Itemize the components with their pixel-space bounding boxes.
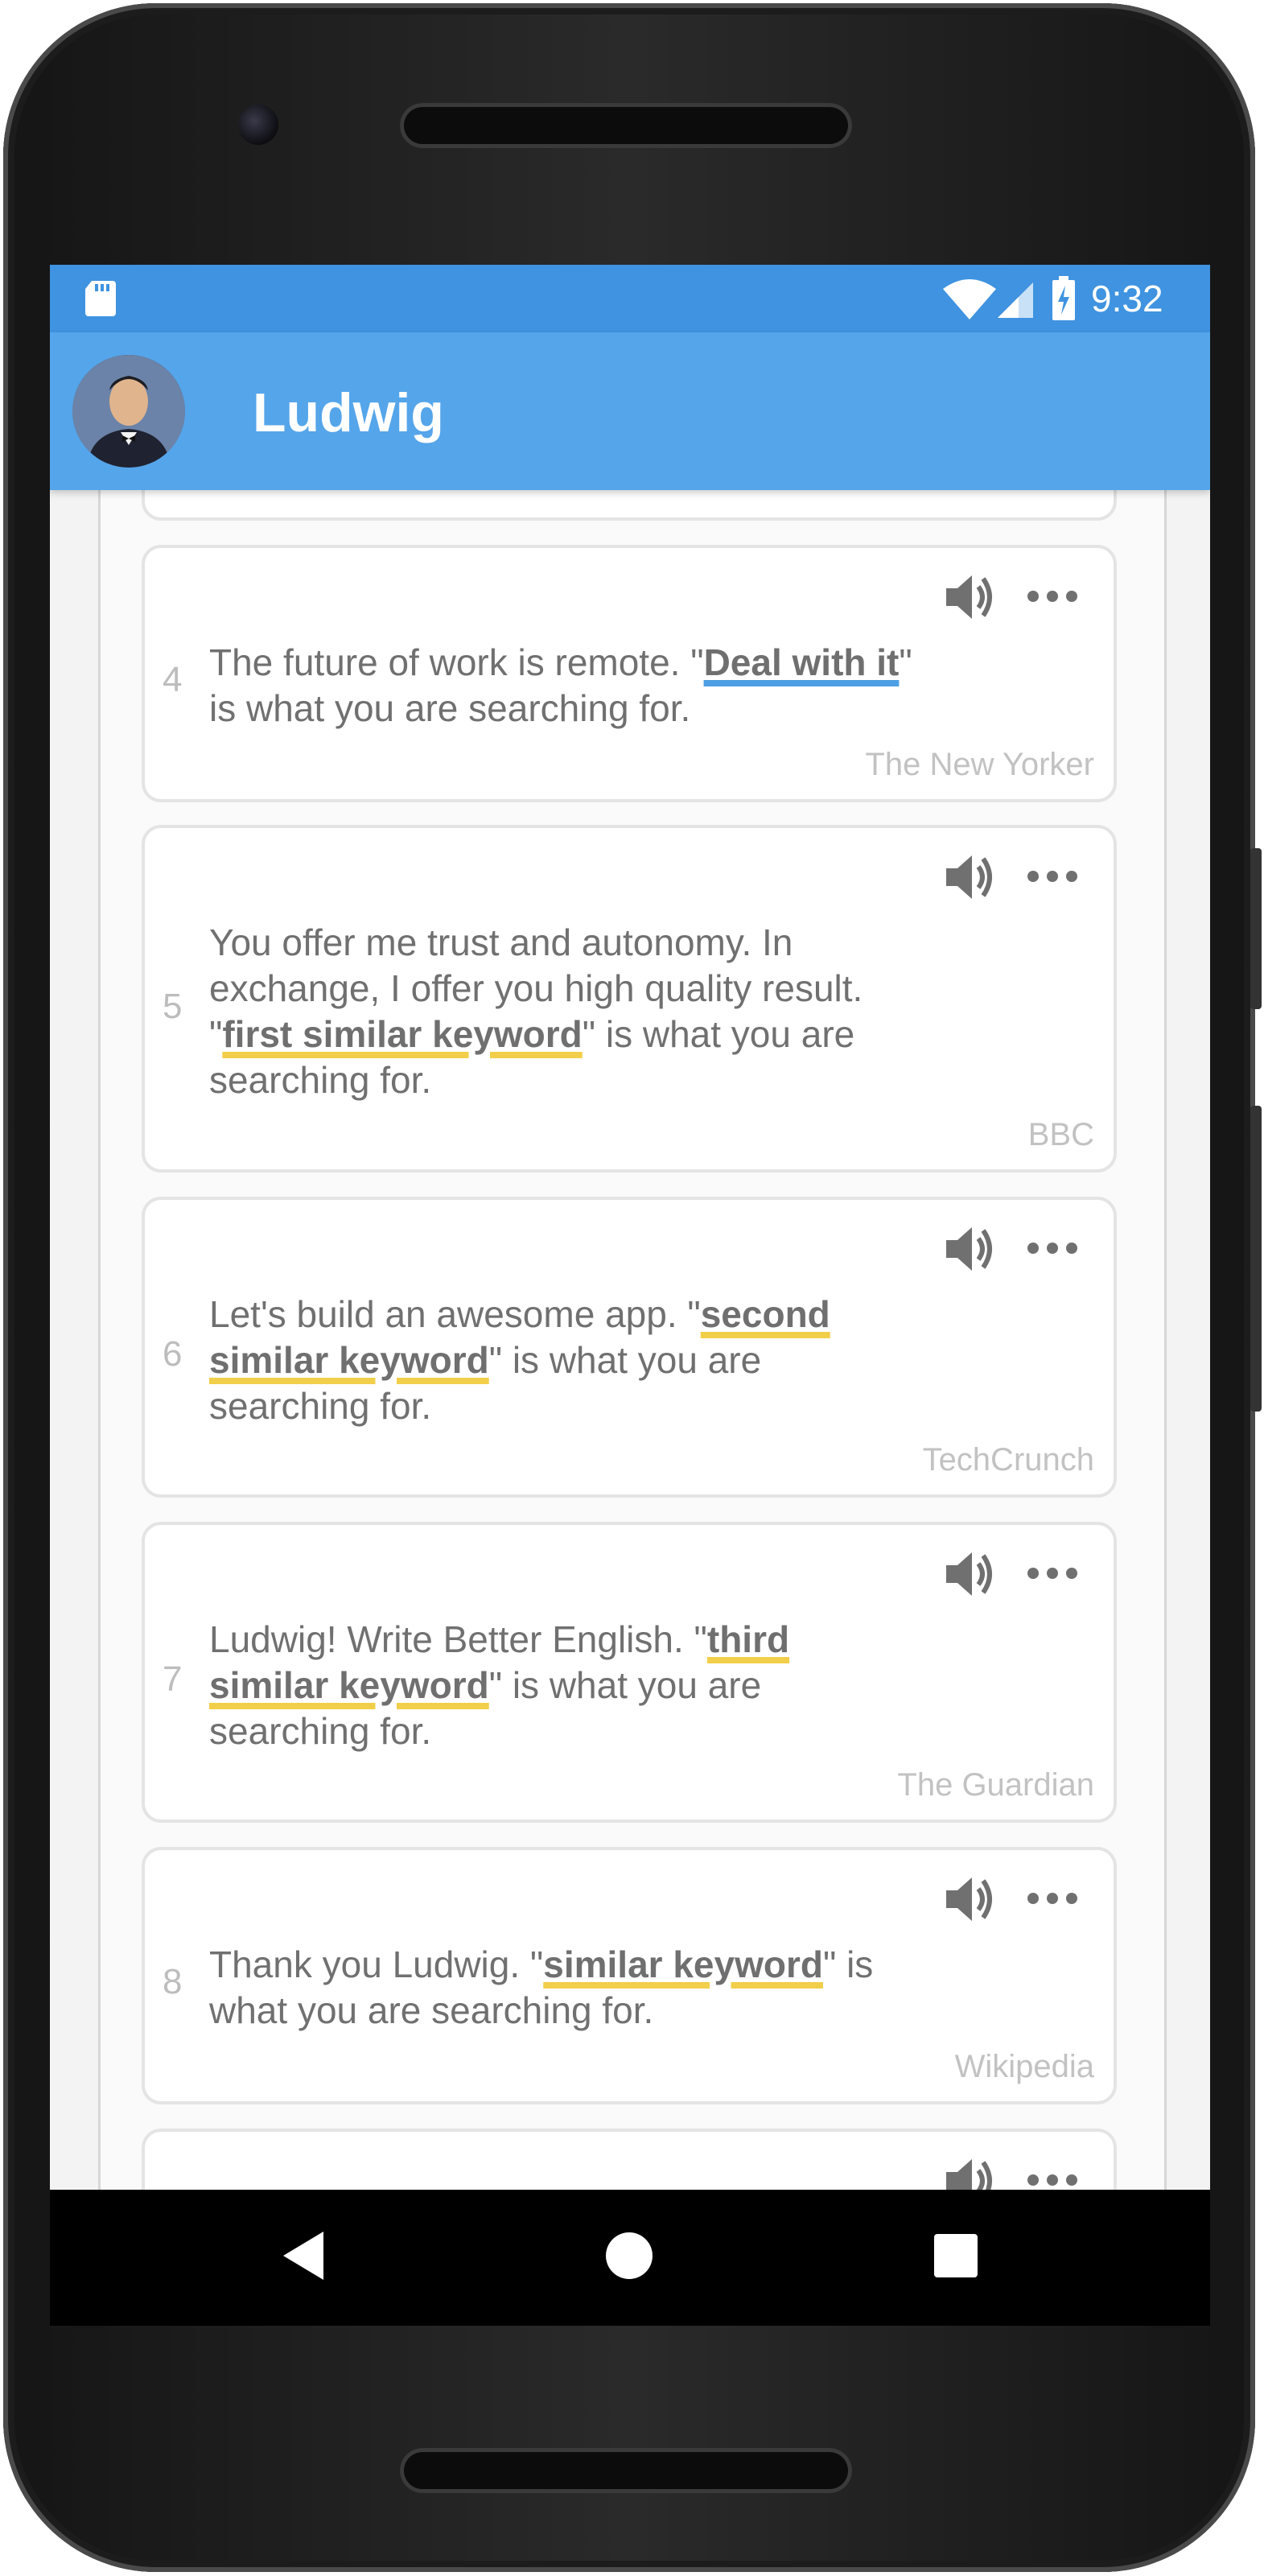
result-source: The New Yorker [865, 747, 1094, 782]
volume-icon[interactable] [941, 1546, 998, 1602]
more-icon[interactable] [1027, 1565, 1078, 1581]
volume-icon[interactable] [941, 569, 998, 625]
more-icon[interactable] [1027, 1240, 1078, 1256]
volume-icon[interactable] [941, 1871, 998, 1927]
result-source: TechCrunch [922, 1442, 1094, 1478]
app-bar: Ludwig [50, 332, 1210, 490]
screen: 9:32 Ludwig 4 The future of work is remo… [50, 265, 1210, 2326]
volume-icon[interactable] [941, 849, 998, 905]
result-card[interactable]: 7 Ludwig! Write Better English. "third s… [142, 1522, 1117, 1823]
battery-charging-icon [1052, 276, 1075, 320]
status-bar: 9:32 [50, 265, 1210, 332]
result-card[interactable]: 6 Let's build an awesome app. "second si… [142, 1197, 1117, 1498]
home-icon[interactable] [605, 2232, 653, 2280]
result-source: Wikipedia [954, 2049, 1094, 2084]
keyword-highlight[interactable]: first similar keyword [222, 1013, 582, 1055]
sentence-text: Let's build an awesome app. " [209, 1293, 701, 1335]
result-card[interactable]: 4 The future of work is remote. "Deal wi… [142, 545, 1117, 802]
result-sentence: Let's build an awesome app. "second simi… [209, 1292, 917, 1429]
result-number: 5 [163, 987, 183, 1026]
sentence-text: Thank you Ludwig. " [209, 1943, 544, 1985]
avatar-portrait-icon [72, 355, 185, 468]
app-title: Ludwig [253, 382, 444, 443]
result-card[interactable]: 5 You offer me trust and autonomy. In ex… [142, 825, 1117, 1173]
more-icon[interactable] [1027, 2172, 1078, 2188]
result-card-partial-bottom[interactable] [142, 2129, 1117, 2190]
result-card-partial-top[interactable] [142, 490, 1117, 521]
result-sentence: Ludwig! Write Better English. "third sim… [209, 1617, 917, 1754]
bottom-speaker [400, 2448, 852, 2493]
more-icon[interactable] [1027, 868, 1078, 884]
more-icon[interactable] [1027, 1890, 1078, 1906]
sd-card-icon [85, 281, 116, 316]
result-sentence: The future of work is remote. "Deal with… [209, 640, 917, 732]
back-icon[interactable] [280, 2230, 328, 2281]
sentence-text: Ludwig! Write Better English. " [209, 1618, 707, 1660]
more-icon[interactable] [1027, 588, 1078, 604]
result-number: 8 [163, 1962, 183, 2001]
keyword-highlight[interactable]: similar keyword [543, 1943, 823, 1985]
result-source: BBC [1027, 1117, 1094, 1152]
navigation-bar [50, 2190, 1210, 2326]
results-list[interactable]: 4 The future of work is remote. "Deal wi… [50, 490, 1210, 2190]
result-number: 7 [163, 1659, 183, 1699]
status-time: 9:32 [1091, 278, 1163, 319]
power-button [1250, 1106, 1262, 1412]
recents-icon[interactable] [933, 2233, 978, 2278]
result-card[interactable]: 8 Thank you Ludwig. "similar keyword" is… [142, 1847, 1117, 2104]
volume-icon[interactable] [941, 2153, 998, 2190]
result-sentence: Thank you Ludwig. "similar keyword" is w… [209, 1942, 917, 2034]
volume-rocker [1250, 848, 1262, 1009]
result-source: The Guardian [897, 1767, 1094, 1803]
volume-icon[interactable] [941, 1221, 998, 1277]
top-speaker [400, 103, 852, 148]
avatar[interactable] [72, 355, 185, 468]
cell-signal-icon [998, 282, 1033, 318]
sentence-text: The future of work is remote. " [209, 641, 704, 683]
result-sentence: You offer me trust and autonomy. In exch… [209, 920, 917, 1103]
wifi-icon [943, 279, 996, 319]
result-number: 6 [163, 1334, 183, 1374]
front-camera [238, 105, 278, 145]
result-number: 4 [163, 660, 183, 699]
keyword-highlight[interactable]: Deal with it [704, 641, 900, 683]
